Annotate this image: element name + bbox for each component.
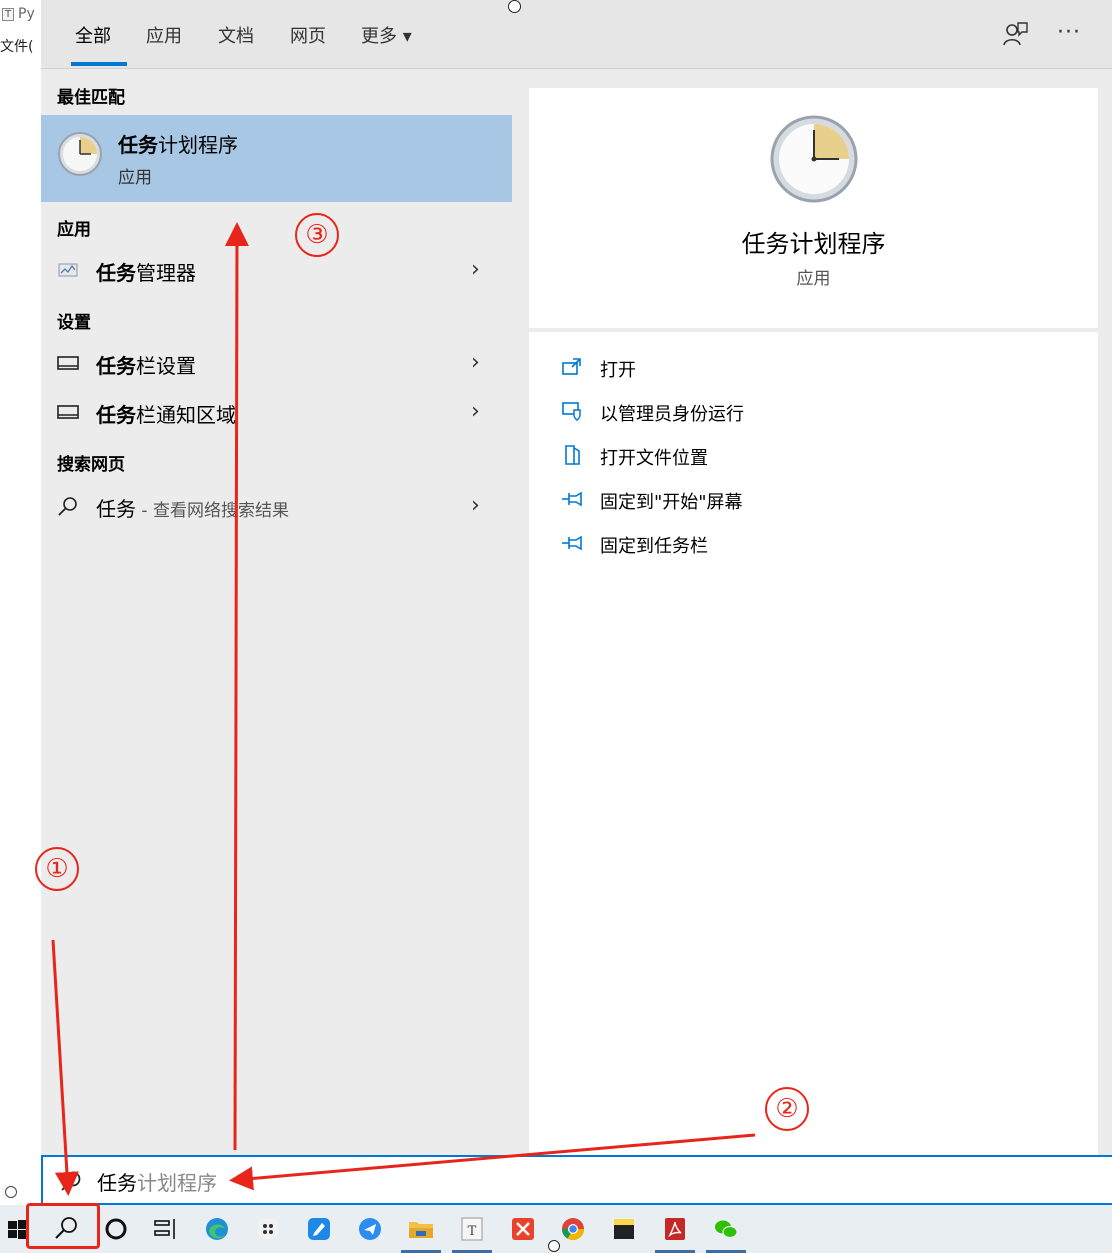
- best-match-subtitle: 应用: [118, 168, 152, 188]
- preview-actions: 打开 以管理员身份运行 打开文件位置 固定到"开始"屏幕 固定到任务栏: [529, 332, 1098, 1155]
- active-tab-indicator: [71, 62, 127, 66]
- typora-app-icon: T: [2, 8, 15, 21]
- file-location-icon: [565, 445, 580, 465]
- chrome-icon[interactable]: [557, 1213, 589, 1245]
- circle-marker-icon: [548, 1240, 560, 1252]
- circle-marker-icon: [508, 0, 521, 13]
- chevron-right-icon[interactable]: ›: [471, 493, 480, 518]
- action-label: 固定到任务栏: [600, 536, 708, 557]
- feedback-icon[interactable]: [1001, 20, 1029, 48]
- blue-note-icon[interactable]: [303, 1213, 335, 1245]
- sticky-notes-icon[interactable]: [608, 1213, 640, 1245]
- search-icon: [58, 497, 77, 516]
- search-input[interactable]: 任务计划程序: [41, 1155, 1112, 1205]
- preview-subtitle: 应用: [796, 269, 831, 289]
- step-2-marker: ②: [765, 1087, 809, 1131]
- action-label: 打开文件位置: [600, 448, 708, 469]
- taskbar-settings-icon: [57, 405, 79, 419]
- open-window-icon: [562, 358, 581, 375]
- results-list: 最佳匹配 任务计划程序 应用 应用 任务管理器 › 设置 任务栏设置 › 任务栏…: [41, 69, 512, 1155]
- preview-header: 任务计划程序 应用: [529, 88, 1098, 328]
- tab-more[interactable]: 更多 ▾: [361, 22, 412, 48]
- search-button-highlight: [26, 1203, 100, 1249]
- result-label: 任务 - 查看网络搜索结果: [96, 497, 289, 521]
- pin-icon: [562, 491, 582, 507]
- wechat-icon[interactable]: [710, 1213, 742, 1245]
- acrobat-icon[interactable]: [659, 1213, 691, 1245]
- result-web-search[interactable]: 任务 - 查看网络搜索结果 ›: [41, 485, 512, 529]
- task-scheduler-clock-icon: [58, 132, 102, 176]
- tab-all[interactable]: 全部: [75, 22, 111, 48]
- action-label: 以管理员身份运行: [600, 404, 744, 425]
- background-window-title: Py: [18, 6, 35, 22]
- action-label: 打开: [600, 360, 636, 381]
- edge-icon[interactable]: [201, 1213, 233, 1245]
- result-label: 任务栏通知区域: [96, 403, 236, 427]
- preview-title: 任务计划程序: [741, 230, 886, 258]
- xmind-icon[interactable]: [507, 1213, 539, 1245]
- shield-window-icon: [562, 402, 581, 421]
- svg-text:T: T: [468, 1224, 477, 1239]
- web-search-heading: 搜索网页: [57, 455, 125, 475]
- tab-web[interactable]: 网页: [290, 22, 326, 48]
- search-icon: [61, 1171, 81, 1191]
- search-autocomplete: 计划程序: [137, 1171, 217, 1195]
- blue-chat-icon[interactable]: [354, 1213, 386, 1245]
- file-explorer-icon[interactable]: [405, 1213, 437, 1245]
- best-match-heading: 最佳匹配: [57, 88, 125, 108]
- apps-heading: 应用: [57, 220, 91, 240]
- tab-apps[interactable]: 应用: [146, 22, 182, 48]
- task-scheduler-clock-icon: [770, 115, 858, 203]
- result-label: 任务栏设置: [96, 354, 196, 378]
- tab-documents[interactable]: 文档: [218, 22, 254, 48]
- background-app-window: T Py 文件(: [0, 0, 41, 1205]
- app-grid-icon[interactable]: [252, 1213, 284, 1245]
- task-manager-icon: [58, 263, 78, 277]
- step-1-marker: ①: [35, 847, 79, 891]
- best-match-title: 任务计划程序: [118, 133, 238, 157]
- result-task-manager[interactable]: 任务管理器 ›: [41, 249, 512, 293]
- circle-marker-icon: [5, 1186, 17, 1198]
- task-view-icon[interactable]: [150, 1213, 182, 1245]
- settings-heading: 设置: [57, 313, 91, 333]
- cortana-icon[interactable]: [100, 1213, 132, 1245]
- result-taskbar-settings[interactable]: 任务栏设置 ›: [41, 342, 512, 386]
- action-label: 固定到"开始"屏幕: [600, 492, 743, 513]
- step-3-marker: ③: [295, 213, 339, 257]
- result-label: 任务管理器: [96, 261, 196, 285]
- search-filter-bar: 全部 应用 文档 网页 更多 ▾ ···: [41, 0, 1112, 69]
- typora-icon[interactable]: T: [456, 1213, 488, 1245]
- background-file-menu[interactable]: 文件(: [0, 36, 33, 56]
- pin-icon: [562, 535, 582, 551]
- more-options-button[interactable]: ···: [1057, 20, 1081, 45]
- result-notification-area[interactable]: 任务栏通知区域 ›: [41, 391, 512, 435]
- preview-pane: 任务计划程序 应用 打开 以管理员身份运行 打开文件位置 固定到"开始"屏幕 固…: [529, 88, 1098, 1155]
- taskbar-settings-icon: [57, 356, 79, 370]
- chevron-right-icon[interactable]: ›: [471, 257, 480, 282]
- best-match-result[interactable]: 任务计划程序 应用: [41, 115, 512, 202]
- chevron-right-icon[interactable]: ›: [471, 399, 480, 424]
- chevron-right-icon[interactable]: ›: [471, 350, 480, 375]
- search-query: 任务计划程序: [97, 1171, 217, 1195]
- windows-search-panel: 全部 应用 文档 网页 更多 ▾ ··· 最佳匹配 任务计划程序 应用 应用 任…: [41, 0, 1112, 1205]
